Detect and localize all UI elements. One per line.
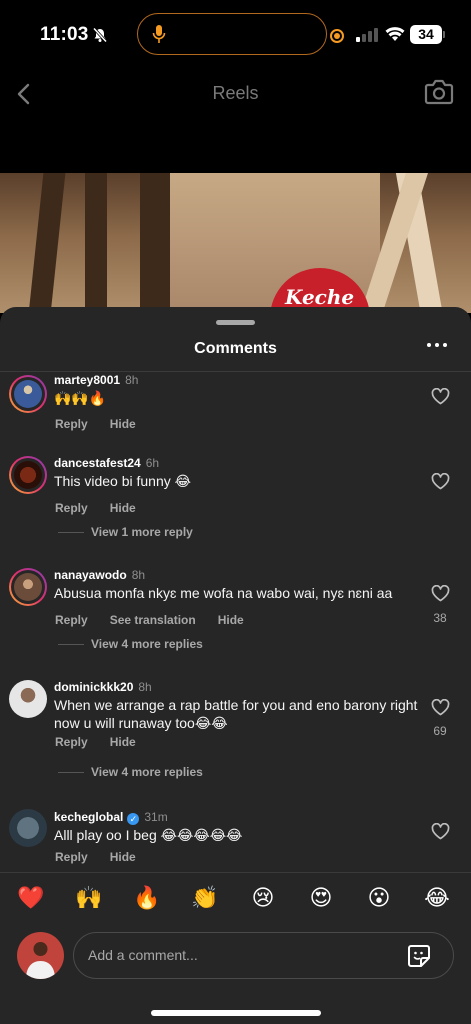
comment-time: 8h (131, 568, 146, 582)
microphone-icon (152, 25, 166, 43)
comment-username[interactable]: kecheglobal ✓ 31m (54, 810, 168, 825)
comment-input-placeholder: Add a comment... (88, 947, 198, 963)
heart-icon[interactable] (431, 699, 450, 716)
video-beam (140, 173, 170, 313)
heart-icon[interactable] (431, 585, 450, 602)
home-indicator[interactable] (151, 1010, 321, 1016)
my-avatar-figure-icon (26, 942, 55, 979)
comment-text: This video bi funny 😂 (54, 473, 191, 489)
heart-icon[interactable] (431, 473, 450, 490)
like-count: 38 (433, 611, 447, 625)
reply-button[interactable]: Reply (55, 850, 88, 864)
comments-sheet: Comments martey8001 8h 🙌🙌🔥 Reply Hide da… (0, 307, 471, 1024)
bell-muted-icon (92, 27, 108, 43)
video-beam (26, 173, 66, 313)
wifi-icon (385, 27, 405, 41)
reaction-heart[interactable]: ❤️ (16, 885, 46, 911)
recording-indicator-icon (330, 29, 344, 43)
reaction-surprised[interactable]: 😮 (364, 885, 394, 911)
reaction-clap[interactable]: 👏 (190, 885, 220, 911)
comment-input[interactable]: Add a comment... (73, 932, 454, 979)
view-more-replies[interactable]: View 4 more replies (58, 765, 203, 779)
comment-username[interactable]: nanayawodo 8h (54, 568, 145, 582)
avatar[interactable] (9, 375, 47, 413)
battery-tip (443, 31, 445, 38)
comment-time: 8h (138, 680, 152, 694)
comment-text: Abusua monfa nkyɛ me wofa na wabo wai, n… (54, 585, 393, 601)
comment-time: 6h (145, 456, 160, 470)
status-bar: 11:03 34 (0, 0, 471, 70)
hide-button[interactable]: Hide (110, 735, 136, 749)
sticker-icon[interactable] (407, 944, 431, 968)
sheet-title: Comments (194, 340, 277, 357)
hide-button[interactable]: Hide (110, 417, 136, 431)
reaction-fire[interactable]: 🔥 (132, 885, 162, 911)
comment-actions: Reply Hide (55, 850, 158, 864)
sheet-drag-handle[interactable] (216, 320, 255, 325)
avatar[interactable] (9, 680, 47, 718)
reply-button[interactable]: Reply (55, 735, 88, 749)
comment-time: 8h (125, 373, 139, 387)
comment-username[interactable]: dominickkk20 8h (54, 680, 152, 694)
camera-icon[interactable] (424, 78, 454, 106)
battery-level: 34 (410, 25, 442, 44)
like-count: 69 (433, 724, 447, 738)
comment-time: 31m (144, 810, 168, 824)
comment-username[interactable]: martey8001 8h (54, 373, 138, 387)
quick-reactions-bar: ❤️ 🙌 🔥 👏 😢 😍 😮 😂 (0, 872, 471, 927)
avatar[interactable] (9, 456, 47, 494)
comment-text: 🙌🙌🔥 (54, 390, 107, 406)
comment-actions: Reply Hide (55, 417, 158, 431)
comment-actions: Reply See translation Hide (55, 613, 266, 627)
reply-button[interactable]: Reply (55, 501, 88, 515)
comment-text: Alll play oo I beg 😂😂😂😂😂 (54, 827, 243, 843)
comments-list: martey8001 8h 🙌🙌🔥 Reply Hide dancestafest2… (0, 372, 471, 872)
cap-logo-text: Keche (285, 285, 355, 309)
see-translation-button[interactable]: See translation (110, 613, 196, 627)
reels-header: Reels (0, 70, 471, 173)
comment-actions: Reply Hide (55, 501, 158, 515)
comment-actions: Reply Hide (55, 735, 158, 749)
view-more-replies[interactable]: View 1 more reply (58, 525, 193, 539)
verified-badge-icon: ✓ (127, 813, 140, 825)
status-time: 11:03 (40, 24, 89, 45)
view-more-replies[interactable]: View 4 more replies (58, 637, 203, 651)
reaction-laughing[interactable]: 😂 (422, 885, 452, 911)
dynamic-island (137, 13, 327, 55)
more-options-icon[interactable] (426, 338, 448, 352)
reaction-crying[interactable]: 😢 (248, 885, 278, 911)
avatar[interactable] (9, 809, 47, 847)
reply-button[interactable]: Reply (55, 613, 88, 627)
cellular-signal-icon (356, 28, 378, 42)
hide-button[interactable]: Hide (110, 501, 136, 515)
heart-icon[interactable] (431, 823, 450, 840)
reaction-heart-eyes[interactable]: 😍 (306, 885, 336, 911)
page-title: Reels (212, 83, 259, 103)
reaction-raised-hands[interactable]: 🙌 (74, 885, 104, 911)
comment-text: When we arrange a rap battle for you and… (54, 697, 418, 731)
comment-username[interactable]: dancestafest24 6h (54, 456, 159, 470)
avatar[interactable] (9, 568, 47, 606)
my-avatar (17, 932, 64, 979)
heart-icon[interactable] (431, 388, 450, 405)
reel-video-preview[interactable]: Keche (0, 173, 471, 313)
video-beam (85, 173, 107, 313)
hide-button[interactable]: Hide (110, 850, 136, 864)
reply-button[interactable]: Reply (55, 417, 88, 431)
hide-button[interactable]: Hide (218, 613, 244, 627)
